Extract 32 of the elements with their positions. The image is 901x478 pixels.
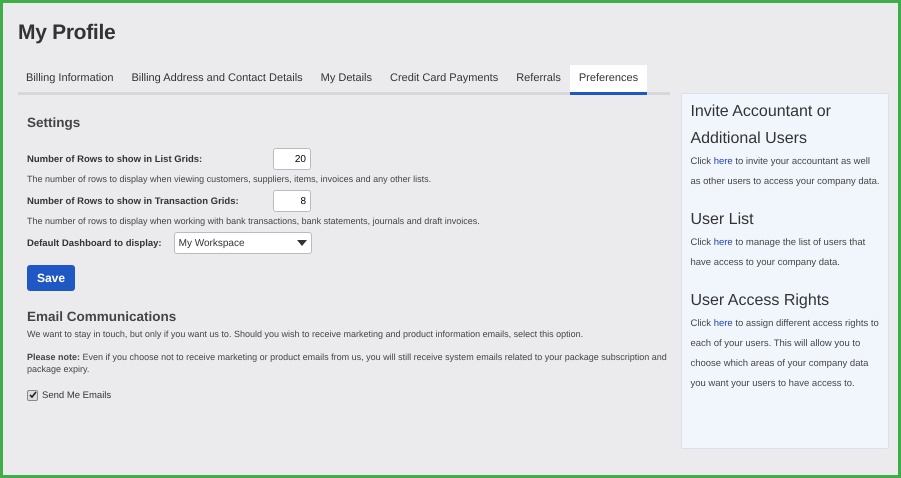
tab[interactable]: Referrals — [507, 65, 570, 95]
here-link[interactable]: here — [714, 318, 733, 329]
here-link[interactable]: here — [714, 237, 733, 248]
section-heading: Settings — [27, 115, 82, 130]
number-field[interactable]: 20 — [273, 148, 311, 170]
tab[interactable]: Billing Information — [18, 65, 122, 95]
panel-text: Click here to manage the list of users that have access to your company data. — [690, 236, 866, 270]
save-button[interactable]: Save — [27, 265, 76, 291]
tab[interactable]: My Details — [312, 65, 381, 95]
help-text: The number of rows to display when viewing customers, suppliers, items, invoices and any other lists. — [27, 174, 432, 184]
panel-heading: User List — [690, 210, 755, 230]
note-text: Please note: Even if you choose not to receive marketing or product emails from us, you will still receive system emails related to your package subscription and package expiry. — [27, 350, 668, 376]
here-link[interactable]: here — [714, 156, 733, 167]
caret-icon — [296, 240, 307, 246]
field-label: Number of Rows to show in List Grids: — [27, 154, 204, 164]
intro-text: We want to stay in touch, but only if you want us to. Should you wish to receive marketing and product information emails, select this option. — [27, 328, 584, 341]
help-text: The number of rows to display when working with bank transactions, bank statements, journals and draft invoices. — [27, 216, 481, 226]
tab[interactable]: Credit Card Payments — [381, 65, 508, 95]
field-label: Number of Rows to show in Transaction Grids: — [27, 196, 240, 206]
section-heading: Email Communications — [27, 309, 178, 324]
panel-heading: Invite Accountant or Additional Users — [690, 102, 832, 149]
tab[interactable]: Preferences — [570, 65, 648, 95]
page-title: My Profile — [18, 21, 116, 45]
number-field[interactable]: 8 — [273, 190, 311, 212]
field-label: Default Dashboard to display: — [27, 238, 162, 248]
dashboard-dropdown[interactable]: My Workspace — [174, 232, 312, 254]
panel-heading: User Access Rights — [690, 291, 830, 311]
panel-text: Click here to invite your accountant as well as other users to access your company data. — [690, 155, 880, 189]
checkbox-label: Send Me Emails — [42, 390, 112, 401]
panel-text: Click here to assign different access rights to each of your users. This will allow you to choose which areas of your company data you want your users to have access to. — [690, 317, 880, 391]
tab[interactable]: Billing Address and Contact Details — [122, 65, 312, 95]
checkbox[interactable] — [27, 390, 38, 401]
